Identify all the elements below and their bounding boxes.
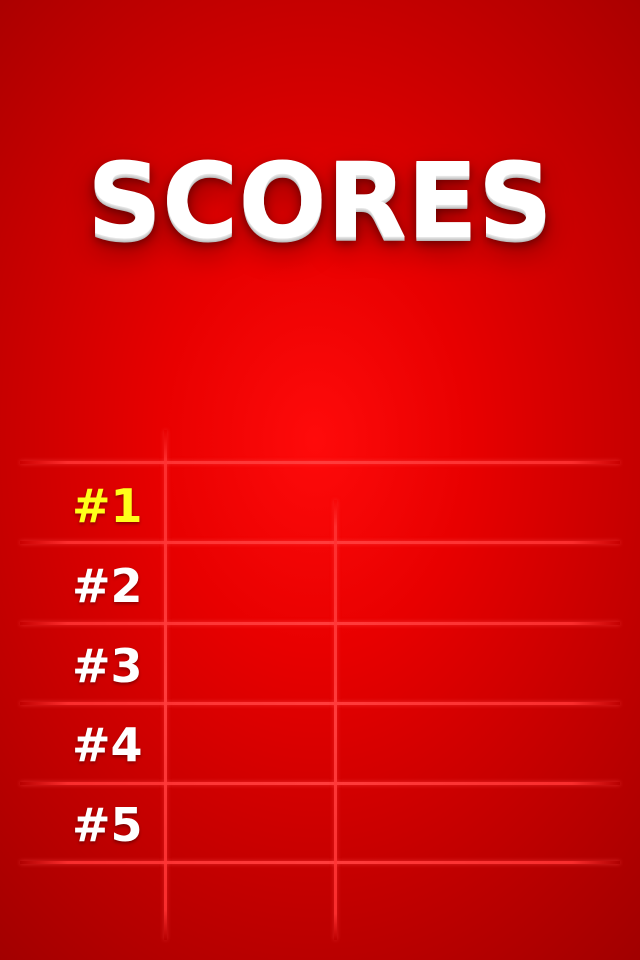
grid-line-horizontal: [20, 622, 620, 625]
grid-line-horizontal: [20, 461, 620, 464]
player-name-cell: [170, 478, 332, 534]
player-name-cell: [170, 797, 332, 853]
score-value-cell: [340, 797, 610, 853]
player-name-cell: [170, 717, 332, 773]
score-value-cell: [340, 717, 610, 773]
grid-line-horizontal: [20, 702, 620, 705]
grid-line-vertical: [334, 500, 337, 940]
grid-line-horizontal: [20, 541, 620, 544]
rank-label-5: #5: [72, 798, 143, 852]
rank-label-4: #4: [72, 718, 143, 772]
player-name-cell: [170, 558, 332, 614]
rank-label-2: #2: [72, 559, 143, 613]
player-name-cell: [170, 638, 332, 694]
score-value-cell: [340, 558, 610, 614]
grid-line-horizontal: [20, 861, 620, 864]
scores-title: SCORES: [87, 140, 553, 262]
rank-label-3: #3: [72, 639, 143, 693]
score-value-cell: [340, 478, 610, 534]
grid-line-vertical: [164, 430, 167, 940]
score-value-cell: [340, 638, 610, 694]
rank-label-1: #1: [72, 479, 143, 533]
grid-line-horizontal: [20, 782, 620, 785]
